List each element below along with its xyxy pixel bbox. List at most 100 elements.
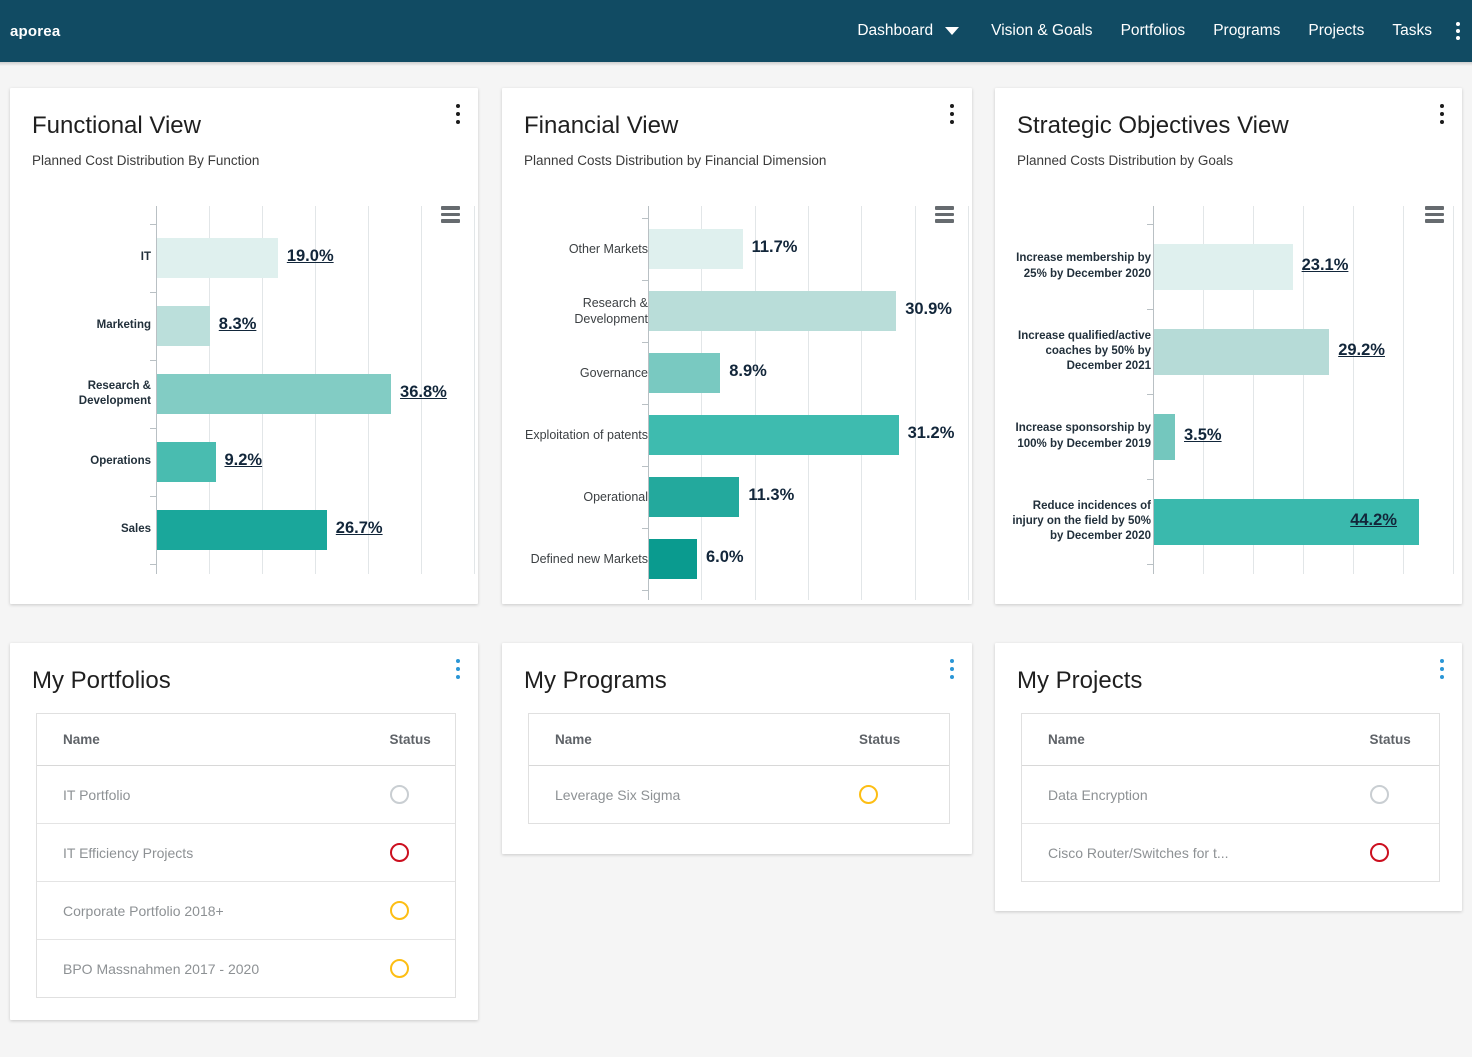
table-my-programs: Name Status Leverage Six Sigma bbox=[528, 713, 950, 824]
card-title-programs: My Programs bbox=[524, 667, 667, 694]
column-header-name[interactable]: Name bbox=[529, 714, 859, 766]
chart-bar[interactable] bbox=[649, 229, 743, 269]
chart-axis-tick bbox=[150, 428, 156, 429]
chart-gridline bbox=[808, 206, 809, 600]
chart-bar[interactable] bbox=[157, 306, 210, 346]
chart-bar[interactable] bbox=[157, 510, 327, 550]
cell-name[interactable]: Cisco Router/Switches for t... bbox=[1022, 824, 1370, 882]
card-menu-icon-financial[interactable] bbox=[950, 104, 954, 124]
chart-bar-value-label: 23.1% bbox=[1301, 255, 1349, 274]
table-row[interactable]: IT Portfolio bbox=[37, 765, 455, 824]
chart-category-label: Reduce incidences of injury on the field… bbox=[1012, 499, 1151, 543]
chart-axis-tick bbox=[642, 218, 648, 219]
table-header-row: Name Status bbox=[529, 714, 949, 766]
topbar-shadow bbox=[0, 62, 1472, 66]
chart-bar-value-label: 26.7% bbox=[335, 519, 383, 537]
table-row[interactable]: BPO Massnahmen 2017 - 2020 bbox=[37, 940, 455, 998]
table-row[interactable]: Leverage Six Sigma bbox=[529, 766, 949, 824]
cell-name[interactable]: Data Encryption bbox=[1022, 765, 1370, 824]
chart-gridline bbox=[968, 206, 969, 600]
chart-plot-area-strategic: Increase membership by 25% by December 2… bbox=[995, 206, 1462, 586]
chart-axis-tick bbox=[642, 342, 648, 343]
cell-name[interactable]: IT Efficiency Projects bbox=[37, 823, 390, 882]
cell-name[interactable]: Leverage Six Sigma bbox=[529, 766, 859, 824]
card-title-financial: Financial View bbox=[524, 112, 679, 139]
chart-bar[interactable] bbox=[157, 374, 392, 414]
chart-bar-value-label: 29.2% bbox=[1338, 340, 1385, 359]
chart-category-label: Increase membership by 25% by December 2… bbox=[1016, 252, 1151, 280]
kebab-menu-icon[interactable] bbox=[1456, 22, 1460, 40]
cell-status bbox=[389, 881, 455, 940]
chart-bar[interactable] bbox=[1154, 413, 1175, 460]
status-badge-grey-icon bbox=[1369, 785, 1389, 804]
card-title-projects: My Projects bbox=[1017, 667, 1143, 694]
chart-plot-area-functional: IT 19.0% Marketing 8.3% Research & Developme… bbox=[10, 206, 478, 586]
chart-gridline bbox=[474, 206, 475, 574]
status-badge-red-icon bbox=[389, 843, 409, 862]
chart-bar-value-label: 19.0% bbox=[286, 247, 334, 265]
cell-status bbox=[858, 766, 949, 824]
nav-item-programs[interactable]: Programs bbox=[1199, 0, 1294, 62]
column-header-name[interactable]: Name bbox=[1022, 714, 1370, 766]
table-body-projects: Data Encryption Cisco Router/Switches for… bbox=[1022, 765, 1439, 882]
chart-axis-tick bbox=[1147, 564, 1153, 565]
card-menu-icon-projects[interactable] bbox=[1440, 659, 1444, 679]
chart-bar-value-label: 8.9% bbox=[729, 362, 767, 380]
card-menu-icon-strategic[interactable] bbox=[1440, 104, 1444, 124]
cell-name[interactable]: BPO Massnahmen 2017 - 2020 bbox=[37, 940, 390, 998]
chart-bar[interactable] bbox=[157, 442, 216, 482]
chart-gridline bbox=[914, 206, 916, 600]
chart-category-label: Research & Development bbox=[78, 379, 151, 407]
table-header-row: Name Status bbox=[37, 714, 455, 766]
app-logo[interactable]: aporea bbox=[10, 23, 60, 40]
chart-gridline bbox=[861, 206, 863, 600]
table-body-programs: Leverage Six Sigma bbox=[529, 766, 949, 824]
table-row[interactable]: Corporate Portfolio 2018+ bbox=[37, 881, 455, 940]
table-row[interactable]: IT Efficiency Projects bbox=[37, 823, 455, 882]
column-header-status[interactable]: Status bbox=[389, 714, 455, 766]
column-header-name[interactable]: Name bbox=[37, 714, 390, 766]
chart-bar[interactable] bbox=[649, 353, 721, 393]
chart-axis-tick bbox=[642, 590, 648, 591]
chart-bar-value-label: 36.8% bbox=[400, 383, 447, 401]
cell-name[interactable]: Corporate Portfolio 2018+ bbox=[37, 881, 390, 940]
nav-item-tasks[interactable]: Tasks bbox=[1378, 0, 1446, 62]
chart-bar[interactable] bbox=[649, 291, 897, 331]
column-header-status[interactable]: Status bbox=[1369, 714, 1439, 766]
card-financial-view: Financial View Planned Costs Distributio… bbox=[502, 88, 972, 604]
nav-item-dashboard[interactable]: Dashboard bbox=[843, 0, 941, 62]
card-subtitle-financial: Planned Costs Distribution by Financial … bbox=[524, 153, 827, 169]
chart-bar[interactable] bbox=[157, 238, 278, 278]
chevron-down-icon[interactable] bbox=[945, 27, 960, 35]
chart-axis-tick bbox=[1147, 309, 1153, 310]
chart-axis-tick bbox=[150, 292, 156, 293]
card-menu-icon-functional[interactable] bbox=[456, 104, 460, 124]
table-row[interactable]: Cisco Router/Switches for t... bbox=[1022, 824, 1439, 882]
card-subtitle-strategic: Planned Costs Distribution by Goals bbox=[1017, 153, 1234, 169]
cell-status bbox=[389, 940, 456, 998]
nav-item-projects[interactable]: Projects bbox=[1294, 0, 1378, 62]
nav-item-vision-goals[interactable]: Vision & Goals bbox=[977, 0, 1106, 62]
chart-bar[interactable] bbox=[649, 477, 740, 517]
cell-status bbox=[389, 765, 455, 824]
chart-bar[interactable] bbox=[1154, 243, 1293, 290]
chart-category-label: Sales bbox=[120, 523, 151, 536]
card-menu-icon-programs[interactable] bbox=[950, 659, 954, 679]
chart-bar[interactable] bbox=[649, 539, 697, 579]
chart-axis-tick bbox=[642, 404, 648, 405]
chart-bar[interactable] bbox=[649, 415, 899, 455]
table-row[interactable]: Data Encryption bbox=[1022, 765, 1439, 824]
cell-name[interactable]: IT Portfolio bbox=[37, 765, 390, 824]
chart-category-label: Operations bbox=[90, 455, 151, 468]
status-badge-yellow-icon bbox=[389, 901, 409, 920]
card-menu-icon-portfolios[interactable] bbox=[456, 659, 460, 679]
chart-axis-tick bbox=[150, 564, 156, 565]
chart-bar-value-label: 11.3% bbox=[748, 486, 795, 504]
nav-item-portfolios[interactable]: Portfolios bbox=[1107, 0, 1200, 62]
column-header-status[interactable]: Status bbox=[858, 714, 949, 766]
chart-category-label: Other Markets bbox=[568, 241, 648, 256]
card-my-portfolios: My Portfolios Name Status IT Portfolio IT… bbox=[10, 643, 478, 1020]
chart-bar[interactable] bbox=[1154, 328, 1330, 375]
chart-axis-tick bbox=[150, 224, 156, 225]
chart-category-label: Research & Development bbox=[574, 295, 648, 327]
